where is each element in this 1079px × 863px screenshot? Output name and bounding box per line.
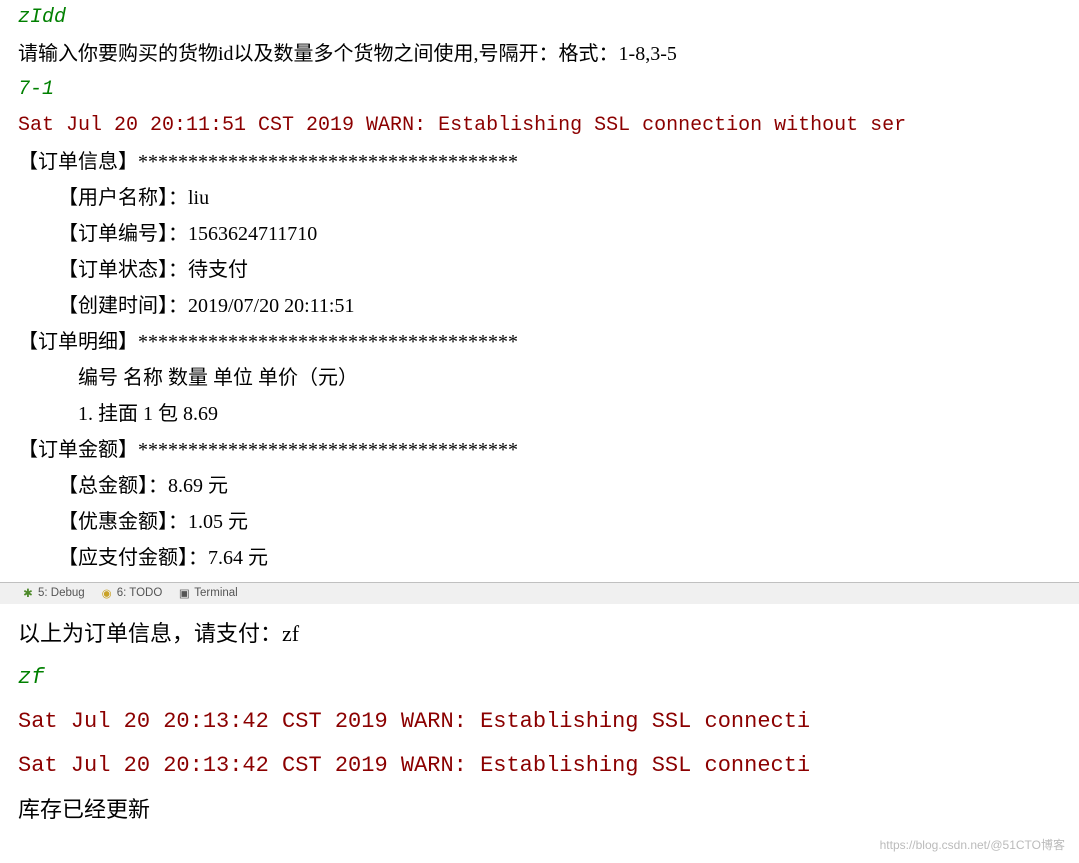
tab-label: 5: Debug: [38, 583, 85, 604]
warn-line: Sat Jul 20 20:13:42 CST 2019 WARN: Estab…: [18, 700, 1061, 744]
tab-todo[interactable]: ◉ 6: TODO: [101, 583, 163, 604]
user-name-line: 【用户名称】：liu: [18, 180, 1061, 216]
watermark-text: https://blog.csdn.net/@51CTO博客: [880, 835, 1065, 857]
order-amount-header: 【订单金额】**********************************…: [18, 432, 1061, 468]
console-output-top: zIdd 请输入你要购买的货物id以及数量多个货物之间使用,号隔开：格式：1-8…: [0, 0, 1079, 576]
console-output-bottom: 以上为订单信息，请支付：zf zf Sat Jul 20 20:13:42 CS…: [0, 612, 1079, 832]
order-detail-header: 【订单明细】**********************************…: [18, 324, 1061, 360]
order-status-line: 【订单状态】：待支付: [18, 252, 1061, 288]
input-echo: zIdd: [18, 0, 1061, 36]
tab-label: Terminal: [194, 583, 237, 604]
tab-terminal[interactable]: ▣ Terminal: [178, 583, 237, 604]
ide-tool-tabs: ✱ 5: Debug ◉ 6: TODO ▣ Terminal: [0, 582, 1079, 604]
tab-debug[interactable]: ✱ 5: Debug: [22, 583, 85, 604]
input-echo: 7-1: [18, 72, 1061, 108]
prompt-text: 请输入你要购买的货物id以及数量多个货物之间使用,号隔开：格式：1-8,3-5: [18, 36, 1061, 72]
pay-amount-line: 【应支付金额】：7.64 元: [18, 540, 1061, 576]
total-amount-line: 【总金额】：8.69 元: [18, 468, 1061, 504]
bug-icon: ✱: [22, 588, 34, 600]
input-echo: zf: [18, 656, 1061, 700]
tab-label: 6: TODO: [117, 583, 163, 604]
warn-line: Sat Jul 20 20:11:51 CST 2019 WARN: Estab…: [18, 108, 1061, 144]
pay-prompt-line: 以上为订单信息，请支付：zf: [18, 612, 1061, 656]
terminal-icon: ▣: [178, 588, 190, 600]
detail-title-row: 编号 名称 数量 单位 单价（元）: [18, 360, 1061, 396]
create-time-line: 【创建时间】：2019/07/20 20:11:51: [18, 288, 1061, 324]
discount-amount-line: 【优惠金额】：1.05 元: [18, 504, 1061, 540]
stock-updated-line: 库存已经更新: [18, 788, 1061, 832]
warn-line: Sat Jul 20 20:13:42 CST 2019 WARN: Estab…: [18, 744, 1061, 788]
order-info-header: 【订单信息】**********************************…: [18, 144, 1061, 180]
todo-icon: ◉: [101, 588, 113, 600]
detail-data-row: 1. 挂面 1 包 8.69: [18, 396, 1061, 432]
order-no-line: 【订单编号】：1563624711710: [18, 216, 1061, 252]
